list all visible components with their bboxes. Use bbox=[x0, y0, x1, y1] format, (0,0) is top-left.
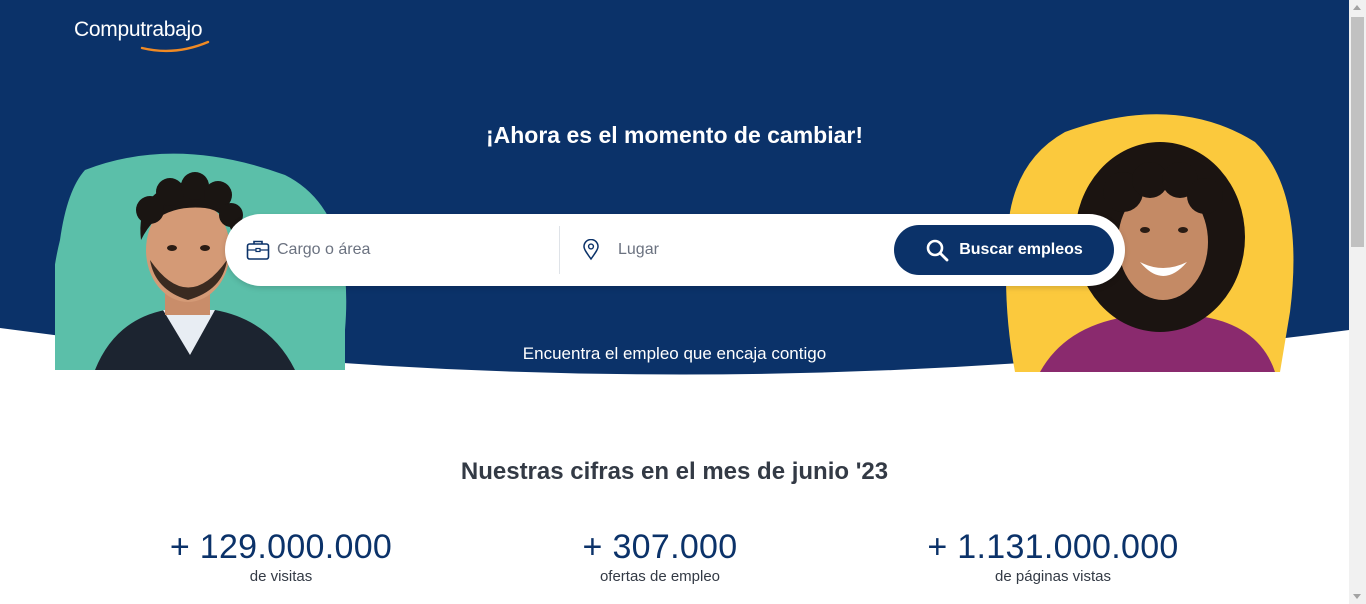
stat-value: + 129.000.000 bbox=[169, 528, 393, 566]
stat-value: + 307.000 bbox=[582, 528, 738, 566]
lugar-placeholder: Lugar bbox=[618, 241, 659, 258]
hero-headline: ¡Ahora es el momento de cambiar! bbox=[485, 122, 864, 148]
brand-logo[interactable]: Computrabajo bbox=[74, 18, 203, 42]
page: Computrabajo ¡Ahora es el momento de cam… bbox=[0, 0, 1349, 604]
logo-swoosh-icon bbox=[140, 40, 210, 53]
search-jobs-button[interactable]: Buscar empleos bbox=[894, 225, 1114, 275]
stats-title-period: junio '23 bbox=[791, 458, 889, 485]
stat-label: de visitas bbox=[249, 568, 313, 585]
hero-tagline: Encuentra el empleo que encaja contigo bbox=[522, 344, 827, 363]
stat-label: de páginas vistas bbox=[995, 568, 1111, 585]
stat-job-offers: + 307.000 ofertas de empleo bbox=[500, 528, 820, 585]
briefcase-icon bbox=[245, 237, 271, 263]
stat-value: + 1.131.000.000 bbox=[927, 528, 1179, 566]
cargo-input[interactable]: Cargo o área bbox=[245, 214, 558, 286]
stat-visits: + 129.000.000 de visitas bbox=[121, 528, 441, 585]
lugar-input[interactable]: Lugar bbox=[578, 214, 878, 286]
stat-label: ofertas de empleo bbox=[599, 568, 721, 585]
vertical-scrollbar[interactable] bbox=[1349, 0, 1366, 604]
stats-title-prefix: Nuestras cifras en el mes de bbox=[460, 458, 786, 485]
scroll-down-icon[interactable] bbox=[1353, 594, 1361, 599]
scroll-up-icon[interactable] bbox=[1353, 5, 1361, 10]
scroll-thumb[interactable] bbox=[1351, 17, 1364, 247]
search-button-label: Buscar empleos bbox=[959, 241, 1083, 258]
hero-section: Computrabajo ¡Ahora es el momento de cam… bbox=[0, 0, 1349, 390]
cargo-placeholder: Cargo o área bbox=[277, 241, 371, 258]
stat-page-views: + 1.131.000.000 de páginas vistas bbox=[893, 528, 1213, 585]
job-search-bar: Cargo o área Lugar Buscar empleos bbox=[225, 214, 1125, 286]
search-divider bbox=[559, 226, 560, 274]
search-icon bbox=[925, 238, 949, 262]
location-pin-icon bbox=[578, 237, 604, 263]
stats-title: Nuestras cifras en el mes de junio '23 bbox=[0, 458, 1349, 486]
